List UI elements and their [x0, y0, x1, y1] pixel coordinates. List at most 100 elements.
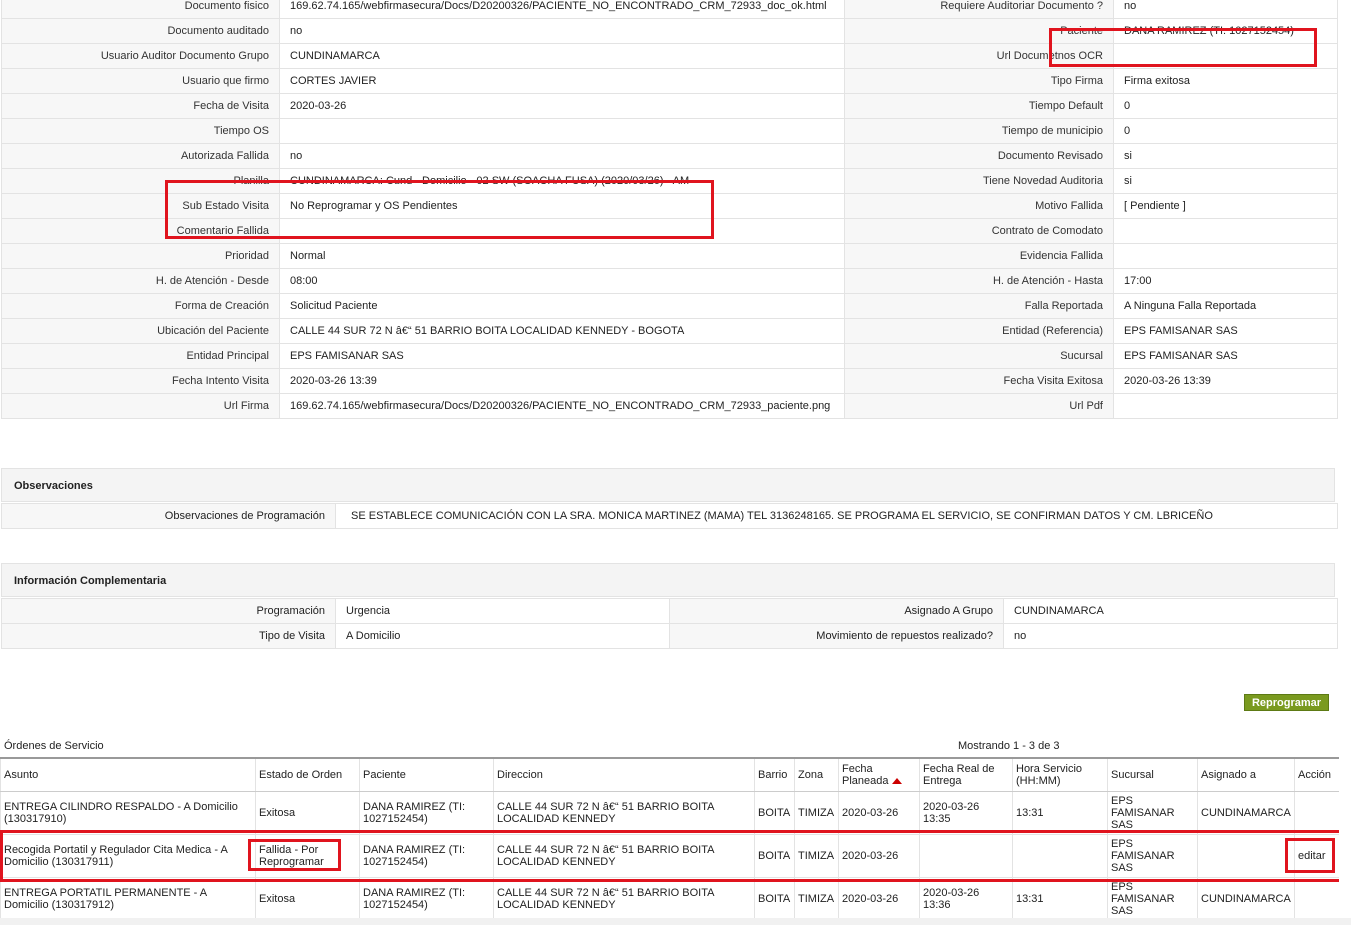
order-barrio-cell: BOITA: [754, 791, 795, 835]
detail-label: Prioridad: [1, 243, 280, 269]
order-zona-cell: TIMIZA: [794, 834, 839, 878]
col-fecha-real[interactable]: Fecha Real de Entrega: [919, 757, 1013, 792]
col-asunto[interactable]: Asunto: [0, 757, 256, 792]
detail-label: Evidencia Fallida: [844, 243, 1114, 269]
detail-value: [1113, 218, 1338, 244]
order-paciente-cell: DANA RAMIREZ (TI: 1027152454): [359, 791, 494, 835]
detail-value: CUNDINAMARCA: [279, 43, 845, 69]
movimiento-repuestos-value: no: [1003, 623, 1338, 649]
detail-label: Documento Revisado: [844, 143, 1114, 169]
order-accion-cell: [1294, 877, 1340, 921]
detail-label: H. de Atención - Hasta: [844, 268, 1114, 294]
detail-row: Usuario Auditor Documento Grupo CUNDINAMA…: [1, 43, 1338, 69]
detail-row: Fecha de Visita 2020-03-26 Tiempo Default…: [1, 93, 1338, 119]
order-sucursal-cell: EPS FAMISANAR SAS: [1107, 877, 1198, 921]
detail-value: no: [279, 143, 845, 169]
editar-link[interactable]: editar: [1298, 850, 1326, 862]
complementaria-row: Programación Urgencia Asignado A Grupo C…: [1, 598, 1338, 624]
tipo-visita-value: A Domicilio: [335, 623, 670, 649]
detail-label: Paciente: [844, 18, 1114, 44]
col-paciente[interactable]: Paciente: [359, 757, 494, 792]
col-zona[interactable]: Zona: [794, 757, 839, 792]
order-row: ENTREGA PORTATIL PERMANENTE - A Domicili…: [0, 877, 1340, 921]
detail-row: Entidad Principal EPS FAMISANAR SAS Sucurs…: [1, 343, 1338, 369]
order-asunto-cell: ENTREGA CILINDRO RESPALDO - A Domicilio …: [0, 791, 256, 835]
detail-table: Documento fisico 169.62.74.165/webfirmas…: [1, 0, 1338, 419]
detail-label: Tiempo OS: [1, 118, 280, 144]
horizontal-scrollbar[interactable]: [0, 918, 1351, 925]
order-barrio-cell: BOITA: [754, 877, 795, 921]
order-sucursal-cell: EPS FAMISANAR SAS: [1107, 791, 1198, 835]
detail-value: CALLE 44 SUR 72 N â€“ 51 BARRIO BOITA LO…: [279, 318, 845, 344]
order-estado-cell: Exitosa: [255, 877, 360, 921]
complementaria-row: Tipo de Visita A Domicilio Movimiento de…: [1, 623, 1338, 649]
col-accion: Acción: [1294, 757, 1340, 792]
order-hora-cell: [1012, 834, 1108, 878]
detail-row: Ubicación del Paciente CALLE 44 SUR 72 N …: [1, 318, 1338, 344]
detail-label: Ubicación del Paciente: [1, 318, 280, 344]
col-fecha-planeada[interactable]: Fecha Planeada: [838, 757, 920, 792]
order-accion-cell: [1294, 791, 1340, 835]
detail-value: [279, 118, 845, 144]
detail-row: Url Firma 169.62.74.165/webfirmasecura/D…: [1, 393, 1338, 419]
detail-row: Prioridad Normal Evidencia Fallida: [1, 243, 1338, 269]
col-fecha-planeada-label: Fecha Planeada: [842, 763, 889, 787]
reprogramar-button[interactable]: Reprogramar: [1244, 694, 1329, 711]
detail-label: Fecha Visita Exitosa: [844, 368, 1114, 394]
col-sucursal[interactable]: Sucursal: [1107, 757, 1198, 792]
col-direccion[interactable]: Direccion: [493, 757, 755, 792]
detail-row: Documento fisico 169.62.74.165/webfirmas…: [1, 0, 1338, 19]
order-sucursal-cell: EPS FAMISANAR SAS: [1107, 834, 1198, 878]
detail-value: A Ninguna Falla Reportada: [1113, 293, 1338, 319]
order-direccion-cell: CALLE 44 SUR 72 N â€“ 51 BARRIO BOITA LO…: [493, 877, 755, 921]
order-row: Recogida Portatil y Regulador Cita Medic…: [0, 834, 1340, 878]
detail-row: Planilla CUNDINAMARCA: Cund - Domicilio -…: [1, 168, 1338, 194]
detail-value: Normal: [279, 243, 845, 269]
sort-ascending-icon[interactable]: [891, 778, 902, 785]
order-fecha-real-cell: [919, 834, 1013, 878]
col-asignado[interactable]: Asignado a: [1197, 757, 1295, 792]
orders-table: Asunto Estado de Orden Paciente Direccio…: [0, 757, 1340, 921]
asignado-grupo-label: Asignado A Grupo: [669, 598, 1004, 624]
detail-value: 08:00: [279, 268, 845, 294]
detail-label: Fecha Intento Visita: [1, 368, 280, 394]
asignado-grupo-value: CUNDINAMARCA: [1003, 598, 1338, 624]
scrollbar[interactable]: [1339, 0, 1351, 925]
detail-value: no: [279, 18, 845, 44]
detail-label: Documento auditado: [1, 18, 280, 44]
detail-value: No Reprogramar y OS Pendientes: [279, 193, 845, 219]
detail-label: Usuario que firmo: [1, 68, 280, 94]
col-barrio[interactable]: Barrio: [754, 757, 795, 792]
detail-label: Tiene Novedad Auditoria: [844, 168, 1114, 194]
detail-label: Planilla: [1, 168, 280, 194]
detail-label: Falla Reportada: [844, 293, 1114, 319]
detail-value: EPS FAMISANAR SAS: [1113, 343, 1338, 369]
order-estado-cell: Exitosa: [255, 791, 360, 835]
col-hora[interactable]: Hora Servicio (HH:MM): [1012, 757, 1108, 792]
detail-row: Forma de Creación Solicitud Paciente Falla…: [1, 293, 1338, 319]
observaciones-label: Observaciones de Programación: [1, 503, 336, 529]
detail-value: 2020-03-26 13:39: [1113, 368, 1338, 394]
movimiento-repuestos-label: Movimiento de repuestos realizado?: [669, 623, 1004, 649]
detail-value: Firma exitosa: [1113, 68, 1338, 94]
detail-value: [279, 218, 845, 244]
detail-value: no: [1113, 0, 1338, 19]
detail-label: Entidad (Referencia): [844, 318, 1114, 344]
order-hora-cell: 13:31: [1012, 877, 1108, 921]
order-asunto-cell: Recogida Portatil y Regulador Cita Medic…: [0, 834, 256, 878]
detail-value: [1113, 393, 1338, 419]
detail-value: 0: [1113, 93, 1338, 119]
detail-value: si: [1113, 143, 1338, 169]
detail-label: Requiere Auditoriar Documento ?: [844, 0, 1114, 19]
detail-label: Autorizada Fallida: [1, 143, 280, 169]
orders-count: Mostrando 1 - 3 de 3: [958, 740, 1060, 752]
order-fecha-planeada-cell: 2020-03-26: [838, 877, 920, 921]
detail-label: Url Firma: [1, 393, 280, 419]
detail-value: 2020-03-26: [279, 93, 845, 119]
detail-label: Sucursal: [844, 343, 1114, 369]
detail-row: Comentario Fallida Contrato de Comodato: [1, 218, 1338, 244]
order-row: ENTREGA CILINDRO RESPALDO - A Domicilio …: [0, 791, 1340, 835]
col-estado[interactable]: Estado de Orden: [255, 757, 360, 792]
detail-label: Entidad Principal: [1, 343, 280, 369]
order-asignado-cell: [1197, 834, 1295, 878]
